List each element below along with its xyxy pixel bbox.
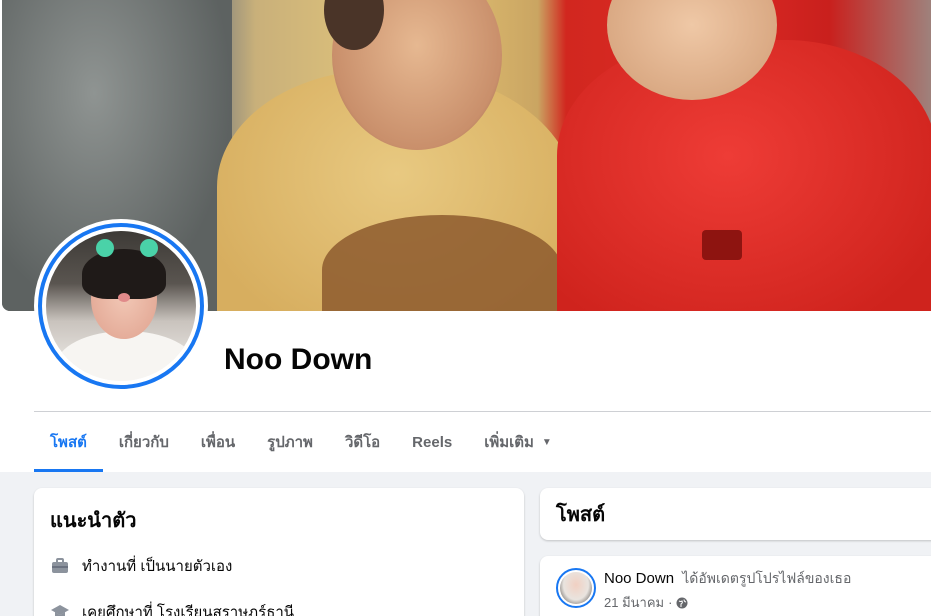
briefcase-icon xyxy=(50,556,70,576)
caret-down-icon: ▼ xyxy=(541,436,552,448)
intro-item-education: เคยศึกษาที่ โรงเรียนสุราษฎร์ธานี xyxy=(50,600,508,616)
tab-posts[interactable]: โพสต์ xyxy=(34,412,103,472)
post-author-avatar[interactable] xyxy=(556,568,596,608)
profile-tabs: โพสต์ เกี่ยวกับ เพื่อน รูปภาพ วิดีโอ Ree… xyxy=(34,412,568,472)
globe-icon xyxy=(676,597,688,608)
profile-name: Noo Down xyxy=(224,343,373,376)
intro-card: แนะนำตัว ทำงานที่ เป็นนายตัวเอง เคยศึกษา… xyxy=(34,488,524,616)
post-meta-separator: · xyxy=(668,595,673,610)
profile-picture[interactable] xyxy=(34,219,208,393)
tab-reels[interactable]: Reels xyxy=(396,412,468,472)
intro-title: แนะนำตัว xyxy=(50,510,137,532)
post-date[interactable]: 21 มีนาคม xyxy=(604,592,664,613)
tab-friends[interactable]: เพื่อน xyxy=(185,412,251,472)
story-ring xyxy=(38,223,204,389)
tab-videos[interactable]: วิดีโอ xyxy=(329,412,396,472)
graduation-cap-icon xyxy=(50,602,70,616)
intro-item-work: ทำงานที่ เป็นนายตัวเอง xyxy=(50,554,508,578)
post-meta: Noo Down ได้อัพเดตรูปโปรไฟล์ของเธอ 21 มี… xyxy=(604,568,851,616)
tab-more[interactable]: เพิ่มเติม ▼ xyxy=(468,412,568,472)
posts-header-card: โพสต์ xyxy=(540,488,931,540)
post-author-name[interactable]: Noo Down xyxy=(604,570,674,587)
tab-about[interactable]: เกี่ยวกับ xyxy=(103,412,185,472)
post-action-text: ได้อัพเดตรูปโปรไฟล์ของเธอ xyxy=(682,570,852,586)
tab-photos[interactable]: รูปภาพ xyxy=(251,412,329,472)
posts-header-title: โพสต์ xyxy=(556,504,606,526)
profile-picture-image xyxy=(46,231,196,381)
post-card: Noo Down ได้อัพเดตรูปโปรไฟล์ของเธอ 21 มี… xyxy=(540,556,931,616)
